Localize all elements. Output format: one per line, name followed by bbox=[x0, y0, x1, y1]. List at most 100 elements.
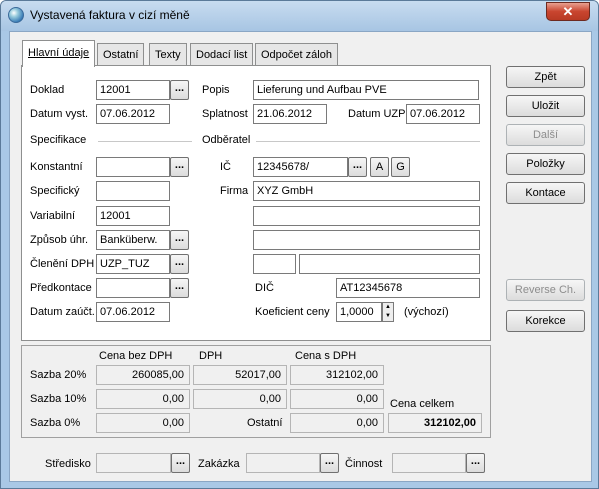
cinnost-label: Činnost bbox=[345, 458, 383, 470]
ic-label: IČ bbox=[220, 161, 231, 173]
popis-label: Popis bbox=[202, 84, 230, 96]
sazba-20-total: 312102,00 bbox=[290, 365, 384, 385]
dalsi-button[interactable]: Další bbox=[506, 124, 585, 146]
zakazka-lookup-button[interactable]: ... bbox=[320, 453, 339, 473]
zpet-button[interactable]: Zpět bbox=[506, 66, 585, 88]
konstantni-label: Konstantní bbox=[30, 161, 83, 173]
odberatel-separator bbox=[256, 141, 480, 142]
city-field[interactable] bbox=[299, 254, 480, 274]
tab-label: Hlavní údaje bbox=[28, 47, 90, 59]
sazba-0-base: 0,00 bbox=[96, 413, 190, 433]
ares-a-button[interactable]: A bbox=[370, 157, 389, 177]
datum-vyst-label: Datum vyst. bbox=[30, 108, 89, 120]
specificky-field[interactable] bbox=[96, 181, 170, 201]
ulozit-button[interactable]: Uložit bbox=[506, 95, 585, 117]
koeficient-ceny-label: Koeficient ceny bbox=[255, 306, 330, 318]
spin-up-icon[interactable]: ▲ bbox=[383, 303, 393, 312]
firma-label: Firma bbox=[220, 185, 249, 197]
tab-texty[interactable]: Texty bbox=[149, 43, 187, 66]
app-icon bbox=[8, 7, 24, 23]
konstantni-lookup-button[interactable]: ... bbox=[170, 157, 189, 177]
predkontace-label: Předkontace bbox=[30, 282, 92, 294]
polozky-button[interactable]: Položky bbox=[506, 153, 585, 175]
cena-s-dph-header: Cena s DPH bbox=[295, 350, 357, 362]
cleneni-dph-field[interactable]: UZP_TUZ bbox=[96, 254, 170, 274]
datum-zauct-label: Datum zaúčt. bbox=[30, 306, 95, 318]
koeficient-spinner[interactable]: ▲ ▼ bbox=[382, 302, 394, 322]
doklad-field[interactable]: 12001 bbox=[96, 80, 170, 100]
sazba-20-vat: 52017,00 bbox=[193, 365, 287, 385]
zakazka-field[interactable] bbox=[246, 453, 320, 473]
tab-label: Odpočet záloh bbox=[261, 49, 332, 61]
cena-celkem-value: 312102,00 bbox=[388, 413, 482, 433]
konstantni-field[interactable] bbox=[96, 157, 170, 177]
datum-uzp-field[interactable]: 07.06.2012 bbox=[406, 104, 480, 124]
zakazka-label: Zakázka bbox=[198, 458, 240, 470]
dic-field[interactable]: AT12345678 bbox=[336, 278, 480, 298]
dialog-client: Hlavní údaje Ostatní Texty Dodací list O… bbox=[9, 31, 592, 482]
tab-ostatni[interactable]: Ostatní bbox=[97, 43, 145, 66]
datum-uzp-label: Datum UZP bbox=[348, 108, 406, 120]
splatnost-label: Splatnost bbox=[202, 108, 248, 120]
sazba-20-base: 260085,00 bbox=[96, 365, 190, 385]
stredisko-lookup-button[interactable]: ... bbox=[171, 453, 190, 473]
invoice-window: Vystavená faktura v cizí měně ✕ Hlavní ú… bbox=[0, 0, 599, 489]
kontace-button[interactable]: Kontace bbox=[506, 182, 585, 204]
splatnost-field[interactable]: 21.06.2012 bbox=[253, 104, 327, 124]
postal-code-field[interactable] bbox=[253, 254, 296, 274]
sazba-10-label: Sazba 10% bbox=[30, 393, 87, 405]
dic-label: DIČ bbox=[255, 282, 274, 294]
predkontace-field[interactable] bbox=[96, 278, 170, 298]
variabilni-field[interactable]: 12001 bbox=[96, 206, 170, 226]
popis-field[interactable]: Lieferung und Aufbau PVE bbox=[253, 80, 479, 100]
window-title: Vystavená faktura v cizí měně bbox=[30, 8, 190, 22]
ostatni-value: 0,00 bbox=[290, 413, 384, 433]
cleneni-dph-label: Členění DPH bbox=[30, 258, 95, 270]
ostatni-label: Ostatní bbox=[247, 417, 283, 429]
address-line-1-field[interactable] bbox=[253, 206, 480, 226]
g-button[interactable]: G bbox=[391, 157, 410, 177]
doklad-lookup-button[interactable]: ... bbox=[170, 80, 189, 100]
dph-header: DPH bbox=[199, 350, 223, 362]
reverse-charge-button[interactable]: Reverse Ch. bbox=[506, 279, 585, 301]
tab-label: Texty bbox=[155, 49, 181, 61]
odberatel-label: Odběratel bbox=[202, 134, 251, 146]
stredisko-label: Středisko bbox=[45, 458, 91, 470]
zpusob-uhrady-field[interactable]: Banküberw. bbox=[96, 230, 170, 250]
sazba-10-base: 0,00 bbox=[96, 389, 190, 409]
address-line-2-field[interactable] bbox=[253, 230, 480, 250]
ic-field[interactable]: 12345678/ bbox=[253, 157, 348, 177]
datum-zauct-field[interactable]: 07.06.2012 bbox=[96, 302, 170, 322]
specifikace-separator bbox=[98, 141, 192, 142]
sazba-10-vat: 0,00 bbox=[193, 389, 287, 409]
title-bar[interactable]: Vystavená faktura v cizí měně ✕ bbox=[1, 1, 598, 31]
tab-label: Dodací list bbox=[196, 49, 248, 61]
tab-hlavni-udaje[interactable]: Hlavní údaje bbox=[22, 40, 96, 67]
sazba-20-label: Sazba 20% bbox=[30, 369, 87, 381]
tab-dodaci-list[interactable]: Dodací list bbox=[190, 43, 254, 66]
korekce-button[interactable]: Korekce bbox=[506, 310, 585, 332]
zpusob-uhrady-label: Způsob úhr. bbox=[30, 234, 89, 246]
koeficient-ceny-field[interactable]: 1,0000 bbox=[336, 302, 382, 322]
variabilni-label: Variabilní bbox=[30, 210, 76, 222]
cleneni-dph-lookup-button[interactable]: ... bbox=[170, 254, 189, 274]
specificky-label: Specifický bbox=[30, 185, 80, 197]
datum-vyst-field[interactable]: 07.06.2012 bbox=[96, 104, 170, 124]
tab-odpocet-zaloh[interactable]: Odpočet záloh bbox=[255, 43, 338, 66]
tab-label: Ostatní bbox=[103, 49, 139, 61]
cinnost-field[interactable] bbox=[392, 453, 466, 473]
zpusob-uhrady-lookup-button[interactable]: ... bbox=[170, 230, 189, 250]
koeficient-note: (výchozí) bbox=[404, 306, 449, 318]
predkontace-lookup-button[interactable]: ... bbox=[170, 278, 189, 298]
specifikace-label: Specifikace bbox=[30, 134, 87, 146]
sazba-0-label: Sazba 0% bbox=[30, 417, 81, 429]
doklad-label: Doklad bbox=[30, 84, 65, 96]
stredisko-field[interactable] bbox=[96, 453, 171, 473]
cena-celkem-label: Cena celkem bbox=[390, 398, 455, 410]
ic-lookup-button[interactable]: ... bbox=[348, 157, 367, 177]
spin-down-icon[interactable]: ▼ bbox=[383, 312, 393, 321]
close-button[interactable]: ✕ bbox=[546, 2, 590, 21]
sazba-10-total: 0,00 bbox=[290, 389, 384, 409]
firma-field[interactable]: XYZ GmbH bbox=[253, 181, 480, 201]
cinnost-lookup-button[interactable]: ... bbox=[466, 453, 485, 473]
